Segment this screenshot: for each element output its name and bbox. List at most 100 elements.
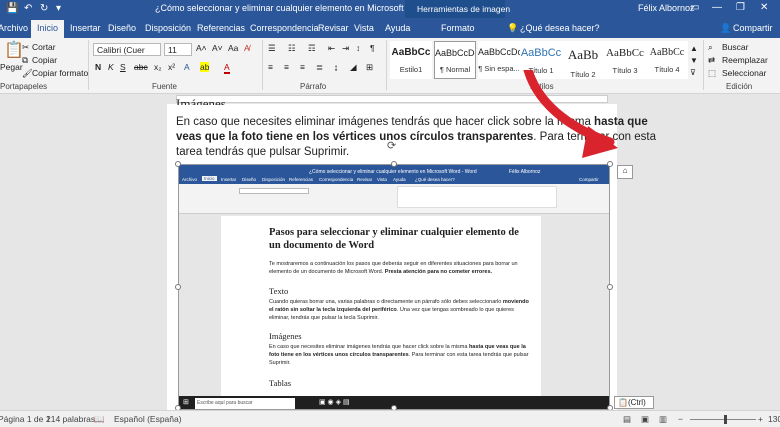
font-size-combo[interactable]: 11 bbox=[164, 43, 192, 56]
select-button[interactable]: Seleccionar bbox=[722, 68, 766, 78]
language-status[interactable]: Español (España) bbox=[114, 414, 182, 424]
group-separator bbox=[88, 40, 89, 90]
resize-handle[interactable] bbox=[391, 161, 397, 167]
close-icon[interactable]: ✕ bbox=[760, 2, 768, 13]
paste-icon[interactable]: 📋 bbox=[4, 40, 24, 60]
italic-icon[interactable]: K bbox=[108, 62, 114, 72]
web-layout-icon[interactable]: ▥ bbox=[659, 414, 667, 425]
style-name: Título 4 bbox=[654, 65, 680, 74]
font-color-icon[interactable]: A bbox=[224, 62, 230, 74]
select-icon[interactable]: ⬚ bbox=[708, 68, 716, 79]
grow-font-icon[interactable]: A˄ bbox=[196, 43, 207, 53]
rotate-handle-icon[interactable]: ⟳ bbox=[387, 139, 396, 152]
styles-more-icon[interactable]: ⊽ bbox=[690, 68, 696, 77]
shrink-font-icon[interactable]: A˅ bbox=[212, 43, 223, 53]
resize-handle[interactable] bbox=[175, 161, 181, 167]
word-count[interactable]: 214 palabras bbox=[46, 414, 95, 424]
borders-icon[interactable]: ⊞ bbox=[366, 62, 373, 73]
read-mode-icon[interactable]: ▤ bbox=[623, 414, 631, 425]
customize-quick-access-icon[interactable]: ▾ bbox=[56, 3, 61, 14]
embedded-tab: Referencias bbox=[289, 177, 314, 182]
tab-disposicion[interactable]: Disposición bbox=[145, 23, 191, 33]
page-count[interactable]: Página 1 de 1 bbox=[0, 414, 50, 424]
resize-handle[interactable] bbox=[607, 284, 613, 290]
text-effects-icon[interactable]: A bbox=[184, 62, 190, 72]
tab-revisar[interactable]: Revisar bbox=[318, 23, 349, 33]
share-button[interactable]: Compartir bbox=[733, 23, 773, 33]
tab-diseno[interactable]: Diseño bbox=[108, 23, 136, 33]
cut-button[interactable]: Cortar bbox=[32, 42, 56, 52]
replace-icon[interactable]: ⇄ bbox=[708, 55, 715, 66]
zoom-slider[interactable] bbox=[690, 419, 756, 420]
style-preview: AaBbCc bbox=[606, 47, 644, 59]
tab-insertar[interactable]: Insertar bbox=[70, 23, 101, 33]
embedded-tab: ¿Qué desea hacer? bbox=[415, 177, 455, 182]
bullets-icon[interactable]: ☰ bbox=[268, 43, 276, 54]
decrease-indent-icon[interactable]: ⇤ bbox=[328, 43, 335, 54]
text-run: En caso que necesites eliminar imágenes … bbox=[269, 344, 468, 350]
print-layout-icon[interactable]: ▣ bbox=[641, 414, 649, 425]
resize-handle[interactable] bbox=[175, 284, 181, 290]
tell-me-search[interactable]: ¿Qué desea hacer? bbox=[520, 23, 600, 33]
subscript-icon[interactable]: x₂ bbox=[154, 62, 162, 72]
autosave-icon[interactable]: 💾 bbox=[6, 3, 18, 14]
search-icon[interactable]: ⌕ bbox=[708, 42, 713, 53]
styles-scroll-down-icon[interactable]: ▼ bbox=[690, 56, 698, 65]
tab-inicio[interactable]: Inicio bbox=[31, 20, 65, 38]
ribbon-display-options-icon[interactable]: ▭ bbox=[690, 2, 699, 13]
styles-scroll-up-icon[interactable]: ▲ bbox=[690, 44, 698, 53]
superscript-icon[interactable]: x² bbox=[168, 62, 175, 72]
bold-icon[interactable]: N bbox=[95, 62, 101, 72]
tab-correspondencia[interactable]: Correspondencia bbox=[250, 23, 319, 33]
style-preview: AaBbCc bbox=[649, 47, 685, 58]
format-painter-button[interactable]: Copiar formato bbox=[32, 68, 88, 78]
replace-button[interactable]: Reemplazar bbox=[722, 55, 768, 65]
style-name: Estilo1 bbox=[399, 65, 423, 74]
cut-icon[interactable]: ✂ bbox=[22, 42, 29, 53]
font-name-combo[interactable]: Calibri (Cuer bbox=[93, 43, 161, 56]
zoom-slider-thumb[interactable] bbox=[724, 415, 727, 424]
align-left-icon[interactable]: ≡ bbox=[268, 62, 273, 72]
paste-options-button[interactable]: 📋(Ctrl) bbox=[614, 396, 654, 409]
tab-formato[interactable]: Formato bbox=[441, 23, 475, 33]
numbering-icon[interactable]: ☷ bbox=[288, 43, 296, 54]
tab-archivo[interactable]: Archivo bbox=[0, 23, 28, 33]
proofing-icon[interactable]: 📖 bbox=[94, 414, 105, 425]
tab-referencias[interactable]: Referencias bbox=[197, 23, 245, 33]
align-center-icon[interactable]: ≡ bbox=[284, 62, 289, 72]
zoom-out-icon[interactable]: − bbox=[678, 414, 683, 424]
selected-image[interactable]: ¿Cómo seleccionar y eliminar cualquier e… bbox=[178, 164, 610, 410]
restore-icon[interactable]: ❐ bbox=[736, 2, 745, 13]
copy-button[interactable]: Copiar bbox=[32, 55, 57, 65]
justify-icon[interactable]: ≣ bbox=[316, 62, 323, 73]
embedded-paragraph: Cuando quieras borrar una, varias palabr… bbox=[269, 298, 529, 322]
underline-icon[interactable]: S bbox=[120, 62, 126, 72]
change-case-icon[interactable]: Aa bbox=[228, 43, 238, 53]
undo-icon[interactable]: ↶ bbox=[24, 3, 32, 14]
tab-vista[interactable]: Vista bbox=[354, 23, 374, 33]
redo-icon[interactable]: ↻ bbox=[40, 3, 48, 14]
copy-icon[interactable]: ⧉ bbox=[22, 55, 28, 66]
embedded-tab: Compartir bbox=[579, 177, 599, 182]
show-marks-icon[interactable]: ¶ bbox=[370, 43, 375, 53]
line-spacing-icon[interactable]: ↨ bbox=[334, 62, 338, 72]
tab-ayuda[interactable]: Ayuda bbox=[385, 23, 410, 33]
minimize-icon[interactable]: — bbox=[712, 2, 722, 13]
strikethrough-icon[interactable]: abc bbox=[134, 62, 148, 72]
shading-icon[interactable]: ◢ bbox=[350, 62, 357, 73]
find-button[interactable]: Buscar bbox=[722, 42, 748, 52]
style-estilo1[interactable]: AaBbCc Estilo1 bbox=[390, 41, 432, 79]
increase-indent-icon[interactable]: ⇥ bbox=[342, 43, 349, 54]
style-preview: AaBbCcDc bbox=[478, 47, 520, 57]
sort-icon[interactable]: ↕ bbox=[356, 43, 360, 53]
context-tab-label: Herramientas de imagen bbox=[405, 0, 510, 18]
paste-button[interactable]: Pegar bbox=[0, 62, 23, 72]
style-titulo4[interactable]: AaBbCc Título 4 bbox=[646, 41, 688, 79]
align-right-icon[interactable]: ≡ bbox=[300, 62, 305, 72]
zoom-level[interactable]: 130 bbox=[768, 414, 780, 424]
user-name[interactable]: Félix Albornoz bbox=[638, 3, 695, 13]
zoom-in-icon[interactable]: + bbox=[758, 414, 763, 424]
highlight-icon[interactable]: ab bbox=[200, 62, 210, 72]
clear-formatting-icon[interactable]: A̸ bbox=[244, 43, 250, 53]
multilevel-list-icon[interactable]: ☶ bbox=[308, 43, 316, 54]
